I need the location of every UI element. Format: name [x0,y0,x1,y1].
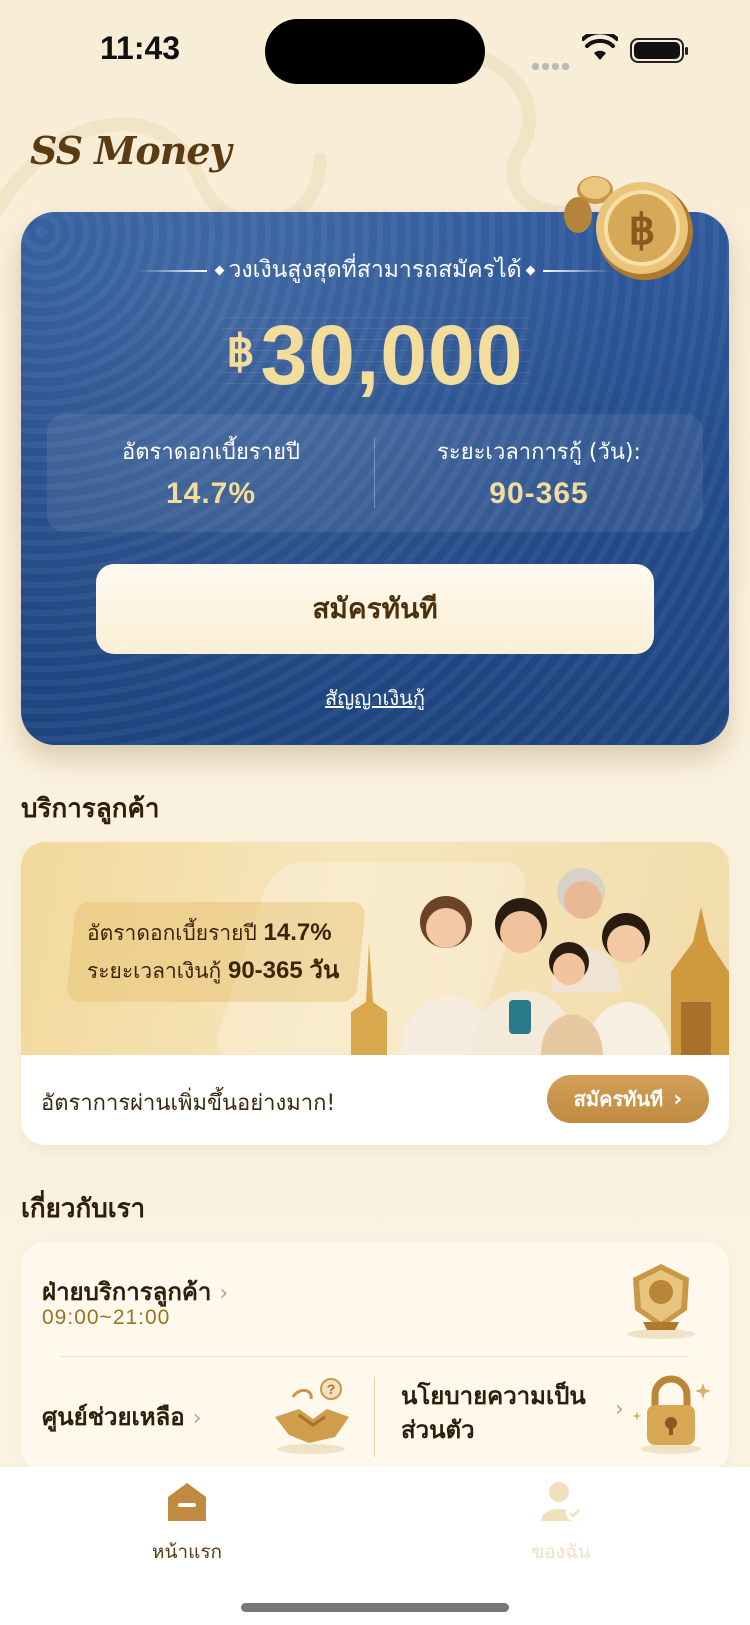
promo-apply-label: สมัครทันที [573,1087,664,1111]
customer-service-item[interactable]: ฝ่ายบริการลูกค้า › 09:00~21:00 [21,1242,729,1357]
tab-home-label: หน้าแรก [151,1541,223,1563]
chevron-right-icon: › [615,1397,624,1422]
home-indicator [241,1603,509,1612]
chevron-right-icon: › [219,1281,229,1306]
promo-card: อัตราดอกเบี้ยรายปี 14.7% ระยะเวลาเงินกู้… [21,842,729,1145]
promo-interest-text: อัตราดอกเบี้ยรายปี [87,921,257,945]
chevron-right-icon: › [673,1086,683,1112]
tab-home[interactable]: หน้าแรก [112,1479,262,1567]
about-section-title: เกี่ยวกับเรา [21,1194,146,1224]
help-center-title: ศูนย์ช่วยเหลือ › [42,1397,202,1436]
customer-service-hours: 09:00~21:00 [42,1306,171,1329]
app-logo: SS Money [30,128,232,173]
about-card: ฝ่ายบริการลูกค้า › 09:00~21:00 ศูนย์ช่วยเ… [21,1242,729,1472]
interest-value: 14.7% [165,477,257,510]
promo-banner: อัตราดอกเบี้ยรายปี 14.7% ระยะเวลาเงินกู้… [21,842,729,1062]
padlock-icon [632,1375,711,1454]
svg-text:?: ? [327,1381,336,1397]
apply-now-button[interactable]: สมัครทันที [96,564,654,654]
customer-service-section-title: บริการลูกค้า [21,794,160,824]
baht-coin-icon: ฿ [564,176,693,280]
promo-term-text: ระยะเวลาเงินกู้ [87,959,222,983]
promo-tagline: อัตราการผ่านเพิ่มขึ้นอย่างมาก! [41,1091,336,1116]
interest-label: อัตราดอกเบี้ยรายปี [122,440,300,465]
tab-mine-label: ของฉัน [531,1541,591,1563]
help-center-label: ศูนย์ช่วยเหลือ [42,1403,185,1431]
loan-contract-link[interactable]: สัญญาเงินกู้ [21,682,729,714]
promo-footer: อัตราการผ่านเพิ่มขึ้นอย่างมาก! สมัครทันท… [21,1055,729,1145]
cellular-signal-icon [532,55,572,74]
battery-icon [630,38,688,63]
loan-stats-panel: อัตราดอกเบี้ยรายปี 14.7% ระยะเวลาการกู้ … [47,414,703,532]
home-icon [168,1483,206,1521]
wifi-icon [582,34,618,60]
dynamic-island [265,19,485,84]
chevron-right-icon: › [192,1406,202,1431]
promo-banner-text: อัตราดอกเบี้ยรายปี 14.7% ระยะเวลาเงินกู้… [87,914,339,990]
privacy-policy-item[interactable]: นโยบายความเป็นส่วนตัว › [375,1357,729,1472]
family-photo-illustration [351,868,729,1055]
loan-amount-value: 30,000 [260,308,524,402]
user-icon [541,1482,582,1521]
term-stat: ระยะเวลาการกู้ (วัน): 90-365 [375,434,703,511]
customer-service-label: ฝ่ายบริการลูกค้า [42,1278,212,1306]
customer-service-badge-icon [627,1264,695,1339]
handshake-icon: ? [275,1378,349,1454]
status-time: 11:43 [100,30,181,66]
loan-amount: ฿30,000 [21,307,729,404]
promo-apply-button[interactable]: สมัครทันที › [547,1075,709,1123]
term-value: 90-365 [489,477,589,510]
privacy-policy-label: นโยบายความเป็นส่วนตัว [401,1382,586,1444]
status-bar: 11:43 [0,0,750,100]
interest-stat: อัตราดอกเบี้ยรายปี 14.7% [47,434,375,511]
svg-text:฿: ฿ [629,206,656,253]
tab-mine[interactable]: ของฉัน [486,1479,636,1567]
loan-limit-card: วงเงินสูงสุดที่สามารถสมัครได้ ฿30,000 อั… [21,212,729,745]
tab-bar: หน้าแรก ของฉัน [0,1467,750,1625]
term-label: ระยะเวลาการกู้ (วัน): [437,440,641,465]
loan-limit-subtitle-text: วงเงินสูงสุดที่สามารถสมัครได้ [228,257,522,283]
help-center-item[interactable]: ศูนย์ช่วยเหลือ › ? [21,1357,375,1472]
currency-symbol: ฿ [226,327,255,376]
